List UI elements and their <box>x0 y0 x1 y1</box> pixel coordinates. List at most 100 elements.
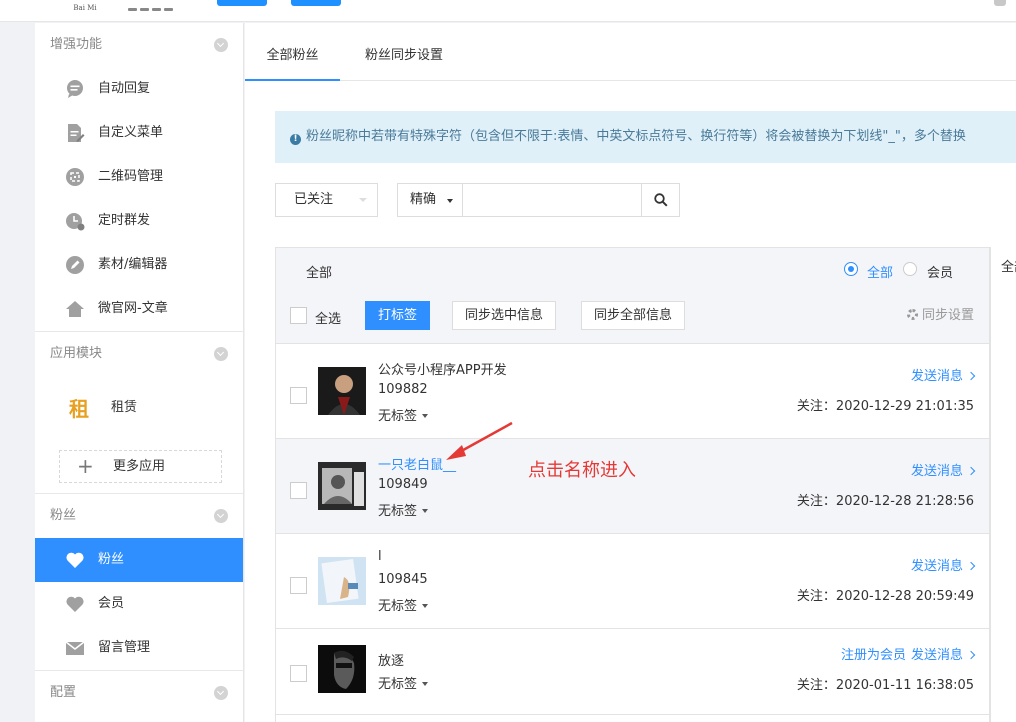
sidebar-item-custom-menu[interactable]: 自定义菜单 <box>35 111 243 155</box>
collapse-icon[interactable] <box>214 347 228 361</box>
follow-time: 关注：2020-12-28 20:59:49 <box>796 589 974 604</box>
collapse-icon[interactable] <box>214 509 228 523</box>
account-name <box>128 0 188 11</box>
send-message-link[interactable]: 发送消息 <box>911 555 976 574</box>
avatar[interactable] <box>318 557 366 605</box>
radio-member-label[interactable]: 会员 <box>927 262 953 281</box>
main-panel: 全部粉丝 粉丝同步设置 ! 粉丝昵称中若带有特殊字符（包含但不限于:表情、中英文标… <box>245 23 1016 722</box>
row-checkbox[interactable] <box>290 387 307 404</box>
send-message-link[interactable]: 发送消息 <box>911 648 963 663</box>
sync-selected-button[interactable]: 同步选中信息 <box>452 301 557 330</box>
fan-nickname[interactable]: 公众号小程序APP开发 <box>378 359 507 378</box>
tag-button[interactable]: 打标签 <box>365 301 431 330</box>
section-header-enhance[interactable]: 增强功能 <box>35 23 243 67</box>
sync-all-button[interactable]: 同步全部信息 <box>581 301 686 330</box>
avatar[interactable] <box>318 367 366 415</box>
sidebar-item-messages[interactable]: 留言管理 <box>35 626 243 670</box>
caret-down-icon <box>422 414 429 418</box>
chevron-down-icon <box>447 199 453 203</box>
list-header: 全部 全部 会员 全选 打标签 同步选中信息 同步全部信息 同步设置 <box>276 248 989 344</box>
select-all-label[interactable]: 全选 <box>315 308 341 327</box>
home-icon <box>66 301 84 317</box>
select-all-checkbox[interactable] <box>290 307 307 324</box>
section-header-fans[interactable]: 粉丝 <box>35 494 243 538</box>
sidebar-item-scheduled-send[interactable]: 定时群发 <box>35 199 243 243</box>
tag-dropdown[interactable]: 无标签 <box>378 595 429 614</box>
collapse-icon[interactable] <box>214 686 228 700</box>
table-row: 公众号小程序APP开发 109882 无标签 发送消息 关注：2020-12-2… <box>276 344 989 439</box>
search-button[interactable] <box>641 183 680 217</box>
app-item-rental[interactable]: 租 租赁 <box>35 376 243 440</box>
fan-nickname[interactable]: l <box>378 549 382 564</box>
section-header-apps[interactable]: 应用模块 <box>35 332 243 376</box>
send-message-link[interactable]: 发送消息 <box>911 460 976 479</box>
fan-id: 109849 <box>378 477 428 492</box>
sidebar: 增强功能 自动回复 自定义菜单 二维码管理 定时群发 素材/编辑器 微官网-文章… <box>35 23 244 722</box>
fan-id: 109882 <box>378 382 428 397</box>
document-edit-icon <box>68 124 85 142</box>
caret-down-icon <box>422 682 429 686</box>
table-row: 一只老白鼠__ 109849 无标签 发送消息 关注：2020-12-28 21… <box>276 439 989 534</box>
table-row: l 109845 无标签 发送消息 关注：2020-12-28 20:59:49 <box>276 534 989 629</box>
annotation-arrow-icon <box>446 421 513 460</box>
radio-all[interactable] <box>844 262 858 276</box>
row-checkbox[interactable] <box>290 577 307 594</box>
notice-banner: ! 粉丝昵称中若带有特殊字符（包含但不限于:表情、中英文标点符号、换行符等）将会被… <box>275 111 1016 163</box>
row-actions: 注册为会员 发送消息 <box>841 644 976 663</box>
send-message-link[interactable]: 发送消息 <box>911 365 976 384</box>
avatar[interactable] <box>318 645 366 693</box>
top-button-2[interactable] <box>291 0 341 6</box>
follow-time: 关注：2020-12-28 21:28:56 <box>796 494 974 509</box>
chevron-down-icon <box>359 198 367 202</box>
follow-time: 关注：2020-01-11 16:38:05 <box>796 678 974 693</box>
register-member-link[interactable]: 注册为会员 <box>841 648 906 663</box>
tab-bar: 全部粉丝 粉丝同步设置 <box>245 23 1016 81</box>
plus-icon: + <box>77 454 94 478</box>
radio-all-label[interactable]: 全部 <box>867 262 893 281</box>
tag-dropdown[interactable]: 无标签 <box>378 673 429 692</box>
avatar[interactable] <box>318 462 366 510</box>
heart-icon <box>66 596 84 612</box>
fan-nickname[interactable]: 放逐 <box>378 650 404 669</box>
brand-logo[interactable]: Bai Mi <box>62 0 108 18</box>
sidebar-item-editor[interactable]: 素材/编辑器 <box>35 243 243 287</box>
tab-fan-sync-settings[interactable]: 粉丝同步设置 <box>365 23 443 81</box>
match-mode-select[interactable]: 精确 <box>397 183 463 217</box>
chevron-right-icon <box>966 561 976 571</box>
sidebar-item-auto-reply[interactable]: 自动回复 <box>35 67 243 111</box>
tag-dropdown[interactable]: 无标签 <box>378 500 429 519</box>
sidebar-item-microsite[interactable]: 微官网-文章 <box>35 287 243 331</box>
sidebar-item-members[interactable]: 会员 <box>35 582 243 626</box>
clock-icon <box>66 213 85 231</box>
top-button-1[interactable] <box>217 0 267 6</box>
tab-all-fans[interactable]: 全部粉丝 <box>245 23 340 81</box>
gear-icon <box>906 309 918 320</box>
tag-dropdown[interactable]: 无标签 <box>378 405 429 424</box>
collapse-icon[interactable] <box>214 38 228 52</box>
logo-text: Bai Mi <box>73 4 97 12</box>
search-icon <box>654 193 668 207</box>
heart-icon <box>66 552 84 568</box>
corner-icon[interactable] <box>994 0 1006 6</box>
annotation-text: 点击名称进入 <box>528 460 636 481</box>
sync-settings-link[interactable]: 同步设置 <box>906 304 974 323</box>
search-input[interactable] <box>463 183 642 217</box>
follow-status-select[interactable]: 已关注 <box>275 183 378 217</box>
sidebar-item-qrcode[interactable]: 二维码管理 <box>35 155 243 199</box>
table-row: 放逐 无标签 注册为会员 发送消息 关注：2020-01-11 16:38:05 <box>276 629 989 715</box>
radio-member[interactable] <box>903 262 917 276</box>
group-label: 全部 <box>306 266 333 281</box>
sidebar-item-fans[interactable]: 粉丝 <box>35 538 243 582</box>
row-checkbox[interactable] <box>290 665 307 682</box>
chevron-right-icon <box>966 371 976 381</box>
section-header-config[interactable]: 配置 <box>35 671 243 715</box>
more-apps-button[interactable]: + 更多应用 <box>59 450 222 483</box>
caret-down-icon <box>422 604 429 608</box>
follow-time: 关注：2020-12-29 21:01:35 <box>796 399 974 414</box>
chat-bubble-icon <box>67 80 83 98</box>
chevron-right-icon <box>966 466 976 476</box>
chevron-right-icon <box>966 650 976 660</box>
row-checkbox[interactable] <box>290 482 307 499</box>
top-bar: Bai Mi <box>0 0 1016 22</box>
fan-id: 109845 <box>378 572 428 587</box>
